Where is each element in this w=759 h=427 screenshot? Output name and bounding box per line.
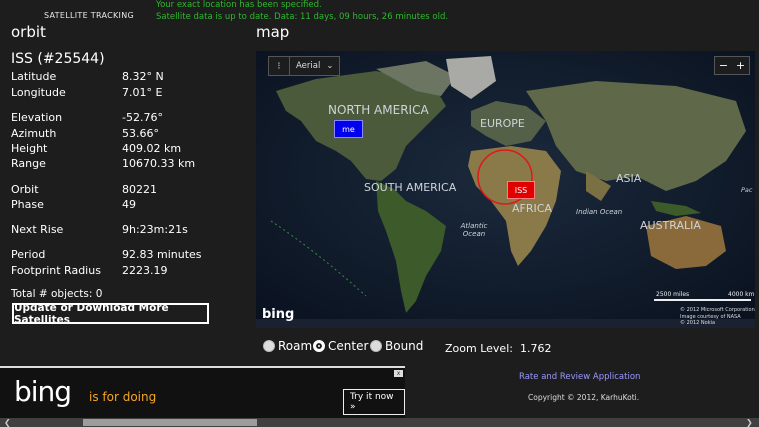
- map-label-pacific: Pac: [741, 186, 753, 194]
- detail-row: Next Rise 9h:23m:21s: [11, 223, 188, 236]
- ad-try-button[interactable]: Try it now »: [343, 389, 405, 415]
- detail-value: 7.01° E: [122, 86, 163, 99]
- map-label-indian: Indian Ocean: [576, 208, 623, 216]
- detail-row: Orbit 80221: [11, 183, 157, 196]
- iss-pin[interactable]: ISS: [507, 181, 535, 199]
- map-label-atlantic: Atlantic Ocean: [460, 222, 488, 238]
- detail-value: 49: [122, 198, 136, 211]
- detail-label: Latitude: [11, 70, 57, 83]
- ad-banner[interactable]: bing is for doing Try it now » x: [0, 366, 405, 420]
- detail-row: Period 92.83 minutes: [11, 248, 202, 261]
- detail-row: Phase 49: [11, 198, 136, 211]
- map-toolbar: ⁝ Aerial ⌄: [268, 56, 341, 76]
- world-map-image: [256, 51, 755, 328]
- scrollbar-thumb[interactable]: [83, 419, 257, 426]
- scale-miles: 2500 miles: [656, 291, 690, 298]
- total-objects-label: Total # objects:: [11, 288, 93, 300]
- map-copyright-line: © 2012 Nokia: [680, 320, 716, 326]
- map-label-south-america: SOUTH AMERICA: [364, 181, 457, 194]
- rate-review-link[interactable]: Rate and Review Application: [519, 372, 640, 382]
- detail-value: 9h:23m:21s: [122, 223, 188, 236]
- map-label-africa: AFRICA: [512, 202, 552, 215]
- mode-label: Center: [328, 339, 369, 353]
- detail-row: Azimuth 53.66°: [11, 127, 159, 140]
- zoom-level: Zoom Level: 1.762: [445, 342, 551, 355]
- detail-label: Height: [11, 142, 48, 155]
- chevron-down-icon: ⌄: [326, 61, 334, 71]
- detail-label: Range: [11, 157, 46, 170]
- app-copyright: Copyright © 2012, KarhuKoti.: [528, 393, 640, 402]
- mode-label: Bound: [385, 339, 424, 353]
- map-copyright: © 2012 Microsoft Corporation Image court…: [680, 307, 755, 327]
- detail-label: Orbit: [11, 183, 39, 196]
- mode-roam[interactable]: Roam: [263, 339, 312, 353]
- map-nav-icon[interactable]: ⁝: [269, 57, 289, 75]
- detail-label: Period: [11, 248, 46, 261]
- detail-row: Latitude 8.32° N: [11, 70, 164, 83]
- mode-label: Roam: [278, 339, 313, 353]
- map-view[interactable]: NORTH AMERICA EUROPE SOUTH AMERICA AFRIC…: [256, 51, 755, 328]
- ad-close-icon[interactable]: x: [394, 370, 403, 377]
- map-style-dropdown[interactable]: Aerial ⌄: [289, 57, 339, 75]
- map-zoom-control: − +: [714, 56, 750, 75]
- detail-value: 409.02 km: [122, 142, 182, 155]
- map-heading: map: [256, 23, 290, 41]
- detail-label: Phase: [11, 198, 44, 211]
- detail-value: 92.83 minutes: [122, 248, 202, 261]
- satellite-name: ISS (#25544): [11, 51, 105, 67]
- zoom-level-label: Zoom Level:: [445, 342, 513, 355]
- update-satellites-button[interactable]: Update or Download More Satellites: [12, 302, 209, 326]
- scale-km: 4000 km: [728, 291, 755, 298]
- detail-row: Elevation -52.76°: [11, 111, 163, 124]
- detail-label: Longitude: [11, 86, 66, 99]
- data-age-notice: Satellite data is up to date. Data: 11 d…: [156, 12, 449, 22]
- detail-value: 80221: [122, 183, 157, 196]
- detail-value: 53.66°: [122, 127, 159, 140]
- ad-bing-logo: bing: [14, 375, 72, 408]
- detail-label: Elevation: [11, 111, 63, 124]
- radio-selected-icon: [313, 340, 325, 352]
- detail-label: Azimuth: [11, 127, 57, 140]
- zoom-out-button[interactable]: −: [715, 57, 732, 74]
- detail-row: Footprint Radius 2223.19: [11, 264, 168, 277]
- detail-row: Range 10670.33 km: [11, 157, 195, 170]
- my-location-pin[interactable]: me: [334, 120, 363, 138]
- zoom-in-button[interactable]: +: [732, 57, 749, 74]
- detail-value: 8.32° N: [122, 70, 164, 83]
- detail-label: Next Rise: [11, 223, 64, 236]
- detail-row: Longitude 7.01° E: [11, 86, 162, 99]
- detail-value: -52.76°: [122, 111, 163, 124]
- map-style-label: Aerial: [296, 61, 321, 71]
- detail-value: 2223.19: [122, 264, 168, 277]
- mode-bound[interactable]: Bound: [370, 339, 423, 353]
- map-label-europe: EUROPE: [480, 117, 525, 130]
- total-objects-value: 0: [95, 288, 103, 300]
- total-objects: Total # objects: 0: [11, 288, 102, 300]
- detail-value: 10670.33 km: [122, 157, 196, 170]
- app-title: SATELLITE TRACKING: [44, 11, 135, 20]
- radio-icon: [263, 340, 275, 352]
- detail-row: Height 409.02 km: [11, 142, 181, 155]
- map-label-asia: ASIA: [616, 172, 642, 185]
- map-copyright-line: © 2012 Microsoft Corporation: [680, 307, 755, 313]
- bing-map-logo: bing: [262, 307, 295, 322]
- scroll-left-icon[interactable]: ❮: [4, 418, 11, 427]
- map-label-australia: AUSTRALIA: [640, 219, 701, 232]
- ad-tagline: is for doing: [89, 390, 157, 404]
- location-notice: Your exact location has been specified.: [156, 0, 322, 10]
- detail-label: Footprint Radius: [11, 264, 101, 277]
- radio-icon: [370, 340, 382, 352]
- mode-center[interactable]: Center: [313, 339, 368, 353]
- scale-bar: [654, 299, 751, 301]
- scroll-right-icon[interactable]: ❯: [746, 418, 753, 427]
- orbit-heading: orbit: [11, 23, 46, 41]
- zoom-level-value: 1.762: [519, 342, 552, 355]
- map-label-north-america: NORTH AMERICA: [328, 103, 429, 117]
